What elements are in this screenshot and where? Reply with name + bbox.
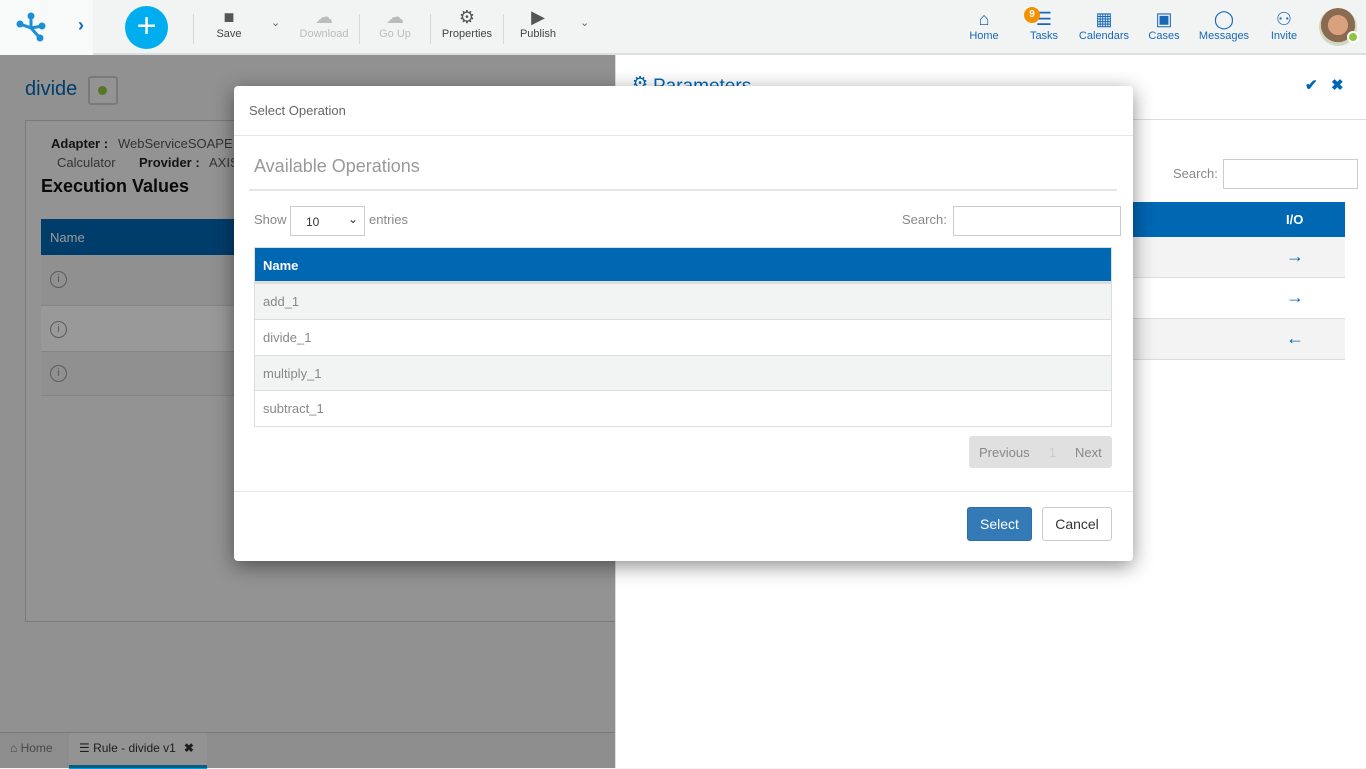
briefcase-icon: ▣ [1155,9,1173,29]
select-operation-dialog: Select Operation Available Operations Sh… [234,86,1133,561]
top-toolbar: › + ■ Save ⌄ ☁ Download ☁ Go Up ⚙ Properties… [0,0,1366,55]
nav-cases-label: Cases [1148,30,1180,42]
search-input[interactable] [953,206,1121,236]
nav-invite-label: Invite [1270,30,1298,42]
publish-label: Publish [519,28,557,40]
online-status-dot [1347,31,1359,43]
nav-home-label: Home [969,30,999,42]
heading-divider [249,189,1117,191]
properties-button[interactable]: ⚙ Properties [440,6,494,40]
download-button[interactable]: ☁ Download [297,6,351,40]
nav-messages-label: Messages [1198,30,1250,42]
divider [430,14,431,44]
show-label: Show [254,212,287,227]
divider [359,14,360,44]
page-size-value: 10 [306,215,320,229]
entries-label: entries [369,212,409,227]
chat-bubble-icon: ◯ [1213,9,1235,29]
nav-home[interactable]: ⌂ Home [966,8,1002,42]
available-operations-heading: Available Operations [254,156,420,176]
next-button[interactable]: Next [1075,445,1102,460]
save-label: Save [216,28,242,40]
publish-dropdown-icon[interactable]: ⌄ [580,16,589,29]
floppy-icon: ■ [223,7,235,27]
previous-button[interactable]: Previous [979,445,1030,460]
pagination: Previous 1 Next [969,436,1112,468]
logo-area: › [0,0,93,55]
add-button[interactable]: + [125,6,168,49]
input-arrow-icon: → [1286,246,1304,266]
column-header-name[interactable]: Name [255,248,1111,284]
nav-calendars-label: Calendars [1078,30,1130,42]
select-button[interactable]: Select [967,507,1032,541]
gear-icon: ⚙ [458,7,476,27]
dialog-footer-divider [234,491,1133,492]
save-button[interactable]: ■ Save [210,6,248,40]
parameters-search-input[interactable] [1223,159,1358,189]
calendar-icon: ▦ [1095,9,1113,29]
divider [193,14,194,44]
confirm-check-icon[interactable]: ✔ [1305,76,1318,94]
dialog-title: Select Operation [249,103,346,118]
nav-cases[interactable]: ▣ Cases [1146,8,1182,42]
go-up-button[interactable]: ☁ Go Up [374,6,416,40]
nav-calendars[interactable]: ▦ Calendars [1078,8,1130,42]
parameters-search-label: Search: [1173,166,1218,181]
column-header-io: I/O [1286,212,1304,227]
cancel-button[interactable]: Cancel [1042,507,1112,541]
properties-label: Properties [441,28,493,40]
cloud-upload-icon: ☁ [386,7,404,27]
page-size-select[interactable]: 10 ⌄ [290,206,365,236]
download-label: Download [299,28,349,40]
page-1-button[interactable]: 1 [1049,445,1056,460]
search-label: Search: [902,212,947,227]
table-row[interactable]: divide_1 [255,320,1111,356]
operations-table: Name add_1 divide_1 multiply_1 subtract_… [254,247,1112,427]
table-row[interactable]: multiply_1 [255,356,1111,391]
go-up-label: Go Up [379,28,411,40]
publish-button[interactable]: ▶ Publish [517,6,559,40]
close-icon[interactable]: ✖ [1331,76,1344,94]
chevron-down-icon: ⌄ [347,212,358,226]
dialog-header: Select Operation [234,86,1133,136]
nav-invite[interactable]: ⚇ Invite [1266,8,1302,42]
play-icon: ▶ [531,7,545,27]
invite-user-icon: ⚇ [1275,9,1293,29]
divider [503,14,504,44]
save-dropdown-icon[interactable]: ⌄ [271,16,280,29]
cloud-download-icon: ☁ [315,7,333,27]
expand-chevron-icon[interactable]: › [78,15,84,36]
nav-tasks-label: Tasks [1029,30,1059,42]
tasks-badge: 9 [1024,7,1040,23]
input-arrow-icon: → [1286,287,1304,307]
app-logo-icon[interactable] [14,12,48,42]
nav-tasks[interactable]: ☰ Tasks 9 [1024,7,1062,42]
nav-messages[interactable]: ◯ Messages [1197,8,1251,42]
output-arrow-icon: ← [1286,328,1304,348]
table-row[interactable]: add_1 [255,284,1111,320]
table-row[interactable]: subtract_1 [255,391,1111,426]
home-icon: ⌂ [978,9,990,29]
